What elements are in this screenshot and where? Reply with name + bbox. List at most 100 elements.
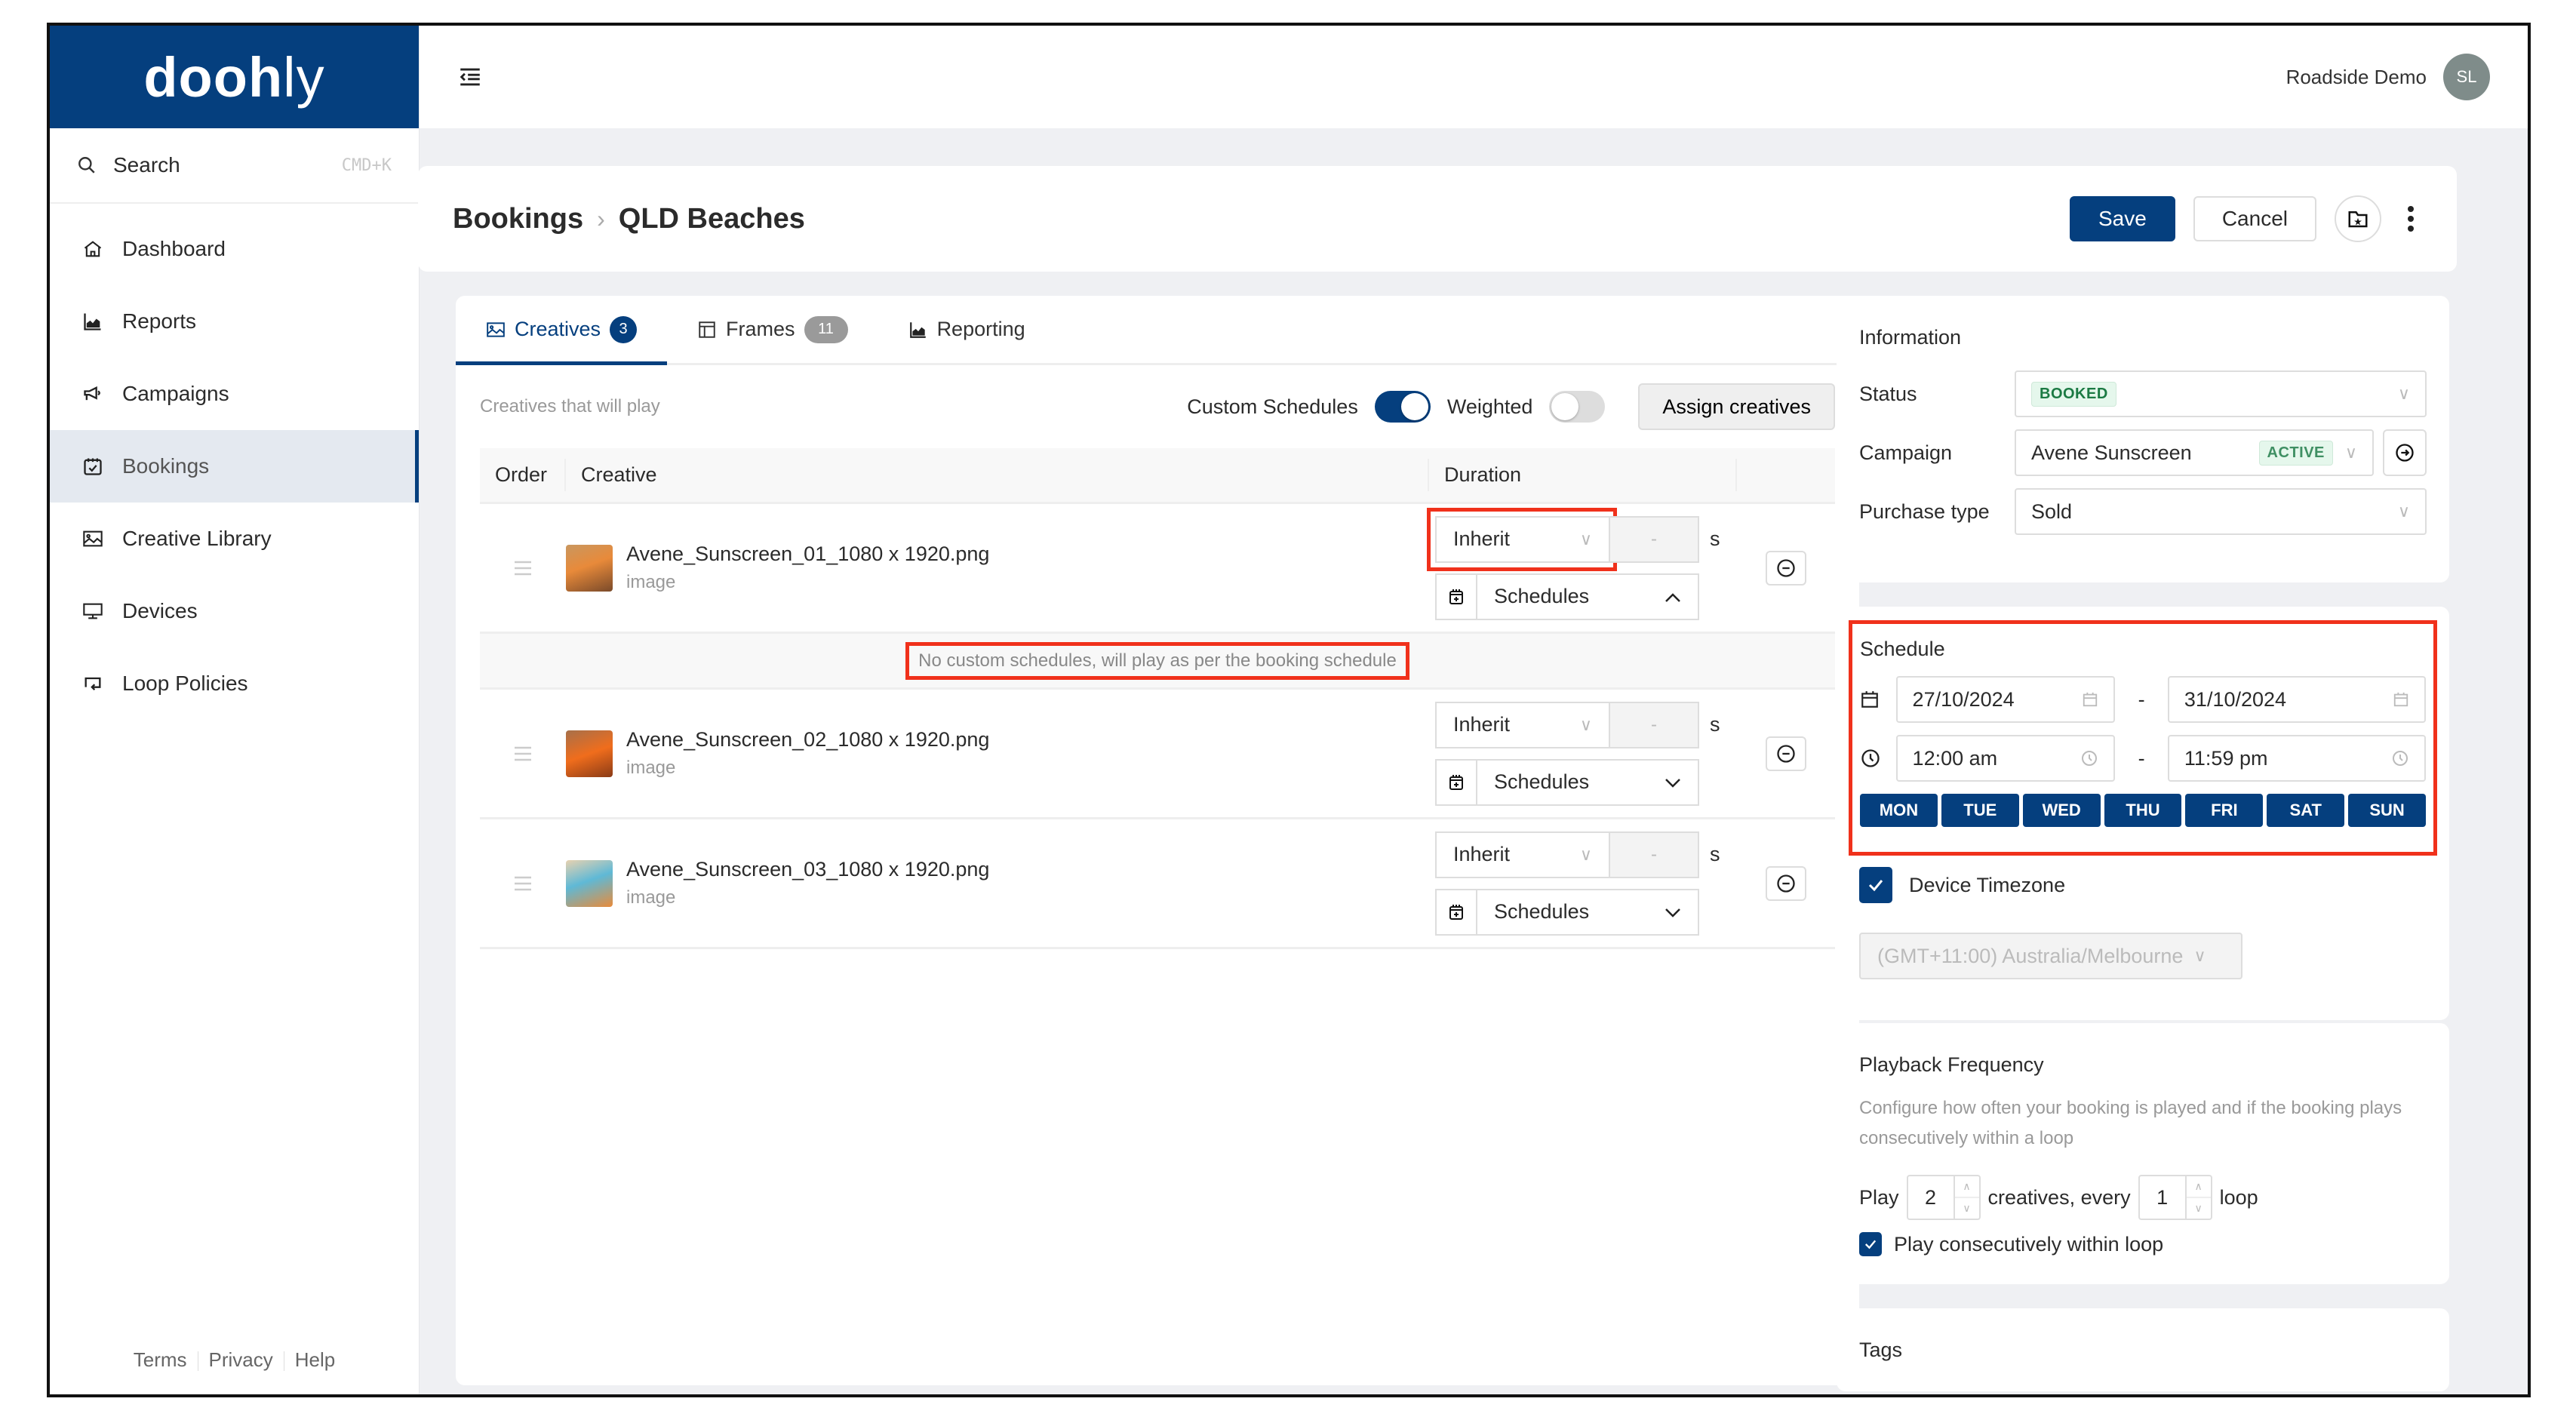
schedules-dropdown[interactable]: Schedules <box>1435 888 1699 936</box>
sidebar-item-campaigns[interactable]: Campaigns <box>50 358 419 430</box>
drag-handle-icon[interactable] <box>480 745 566 762</box>
playback-frequency-row: Play 2 ∧ ∨ creatives, every 1 ∧ ∨ loop <box>1859 1175 2427 1220</box>
privacy-link[interactable]: Privacy <box>209 1348 273 1371</box>
breadcrumb-bookings[interactable]: Bookings <box>453 203 583 235</box>
logo[interactable]: dooh ly <box>50 26 419 128</box>
calendar-plus-icon[interactable] <box>1437 574 1477 619</box>
calendar-plus-icon[interactable] <box>1437 760 1477 804</box>
terms-link[interactable]: Terms <box>134 1348 187 1371</box>
more-options-icon[interactable] <box>2399 196 2422 241</box>
calendar-plus-icon[interactable] <box>1437 890 1477 934</box>
remove-button[interactable] <box>1766 736 1806 771</box>
day-toggle-mon[interactable]: MON <box>1860 794 1938 827</box>
cancel-button[interactable]: Cancel <box>2193 196 2316 241</box>
status-select[interactable]: BOOKED ∨ <box>2015 370 2427 417</box>
clock-icon <box>2392 751 2408 766</box>
day-toggle-sat[interactable]: SAT <box>2267 794 2345 827</box>
play-count-stepper[interactable]: 2 ∧ ∨ <box>1906 1175 1981 1220</box>
creative-info: Avene_Sunscreen_03_1080 x 1920.png image <box>626 858 1428 908</box>
decrement-icon[interactable]: ∨ <box>2187 1198 2211 1219</box>
remove-button[interactable] <box>1766 550 1806 586</box>
status-row: Status BOOKED ∨ <box>1859 370 2427 417</box>
arrow-right-circle-icon <box>2396 444 2414 462</box>
tab-frames[interactable]: Frames 11 <box>667 296 878 363</box>
sidebar-item-dashboard[interactable]: Dashboard <box>50 213 419 285</box>
minus-circle-icon <box>1777 874 1795 893</box>
start-date-input[interactable]: 27/10/2024 <box>1895 676 2116 723</box>
purchase-type-row: Purchase type Sold ∨ <box>1859 488 2427 535</box>
collapse-menu-icon[interactable] <box>457 64 483 90</box>
megaphone-icon <box>81 383 104 405</box>
information-title: Information <box>1859 326 1962 349</box>
folder-star-button[interactable] <box>2335 195 2381 242</box>
creative-info: Avene_Sunscreen_01_1080 x 1920.png image <box>626 542 1428 593</box>
tab-creatives[interactable]: Creatives 3 <box>456 296 668 365</box>
device-timezone-checkbox[interactable] <box>1859 867 1892 903</box>
increment-icon[interactable]: ∧ <box>1954 1176 1979 1198</box>
start-time-value: 12:00 am <box>1912 746 1998 770</box>
avatar[interactable]: SL <box>2443 54 2490 100</box>
schedule-title: Schedule <box>1860 638 1945 660</box>
column-creative: Creative <box>581 463 657 486</box>
sidebar-item-reports[interactable]: Reports <box>50 285 419 358</box>
sidebar-item-loop-policies[interactable]: Loop Policies <box>50 647 419 720</box>
range-separator: - <box>2138 746 2145 770</box>
account-menu[interactable]: Roadside Demo SL <box>2286 54 2490 100</box>
open-campaign-button[interactable] <box>2383 429 2427 476</box>
logo-bold-text: dooh <box>143 45 284 109</box>
save-button[interactable]: Save <box>2070 196 2175 241</box>
tab-reporting[interactable]: Reporting <box>878 296 1056 363</box>
tab-label: Reporting <box>936 318 1025 340</box>
image-icon <box>487 321 505 337</box>
day-toggle-wed[interactable]: WED <box>2022 794 2101 827</box>
chevron-down-icon <box>1665 770 1698 794</box>
duration-controls: Inherit ∨ - s Schedules <box>1427 507 1737 620</box>
assign-creatives-button[interactable]: Assign creatives <box>1638 383 1835 430</box>
drag-handle-icon[interactable] <box>480 560 566 576</box>
search-button[interactable]: Search CMD+K <box>50 128 419 204</box>
day-toggle-fri[interactable]: FRI <box>2185 794 2264 827</box>
calendar-icon <box>2393 692 2408 707</box>
sidebar-nav: Dashboard Reports Campaigns Bookings Cre… <box>50 213 419 720</box>
schedules-dropdown[interactable]: Schedules <box>1435 573 1699 620</box>
duration-mode-select[interactable]: Inherit ∨ <box>1435 831 1609 878</box>
day-toggle-sun[interactable]: SUN <box>2348 794 2427 827</box>
remove-button[interactable] <box>1766 865 1806 901</box>
schedules-dropdown[interactable]: Schedules <box>1435 758 1699 806</box>
increment-icon[interactable]: ∧ <box>2186 1176 2211 1198</box>
day-toggle-thu[interactable]: THU <box>2104 794 2182 827</box>
play-count-value[interactable]: 2 <box>1908 1176 1954 1219</box>
sidebar-item-creative-library[interactable]: Creative Library <box>50 503 419 575</box>
column-duration: Duration <box>1428 459 1737 491</box>
duration-input[interactable]: - <box>1609 701 1699 748</box>
drag-handle-icon[interactable] <box>480 875 566 892</box>
sidebar-item-devices[interactable]: Devices <box>50 575 419 647</box>
custom-schedules-toggle[interactable] <box>1374 391 1431 423</box>
duration-mode-select[interactable]: Inherit ∨ <box>1435 701 1609 748</box>
day-toggle-tue[interactable]: TUE <box>1941 794 2019 827</box>
purchase-type-select[interactable]: Sold ∨ <box>2015 488 2427 535</box>
duration-input[interactable]: - <box>1609 515 1699 563</box>
image-icon <box>81 527 104 550</box>
decrement-icon[interactable]: ∨ <box>1955 1198 1979 1219</box>
campaign-label: Campaign <box>1859 441 1953 464</box>
chevron-down-icon: ∨ <box>2193 946 2206 965</box>
table-row: Avene_Sunscreen_01_1080 x 1920.png image… <box>480 504 1835 634</box>
table-header: Order Creative Duration <box>480 448 1835 504</box>
end-time-input[interactable]: 11:59 pm <box>2167 735 2426 782</box>
campaign-select[interactable]: Avene Sunscreen ACTIVE ∨ <box>2015 429 2374 476</box>
sidebar-item-label: Dashboard <box>122 237 226 260</box>
app-window: dooh ly Search CMD+K Dashboard Reports Ca… <box>47 23 2531 1397</box>
loop-count-stepper[interactable]: 1 ∧ ∨ <box>2138 1175 2212 1220</box>
duration-input[interactable]: - <box>1609 831 1699 878</box>
end-date-input[interactable]: 31/10/2024 <box>2167 676 2426 723</box>
loop-count-value[interactable]: 1 <box>2140 1176 2185 1219</box>
weighted-toggle[interactable] <box>1549 391 1606 423</box>
consecutive-checkbox[interactable] <box>1859 1232 1882 1256</box>
start-time-input[interactable]: 12:00 am <box>1895 735 2116 782</box>
sidebar-item-bookings[interactable]: Bookings <box>50 430 419 503</box>
duration-mode-select[interactable]: Inherit ∨ <box>1427 507 1617 571</box>
device-timezone-label: Device Timezone <box>1909 873 2066 896</box>
timezone-select[interactable]: (GMT+11:00) Australia/Melbourne ∨ <box>1859 933 2242 979</box>
help-link[interactable]: Help <box>295 1348 335 1371</box>
